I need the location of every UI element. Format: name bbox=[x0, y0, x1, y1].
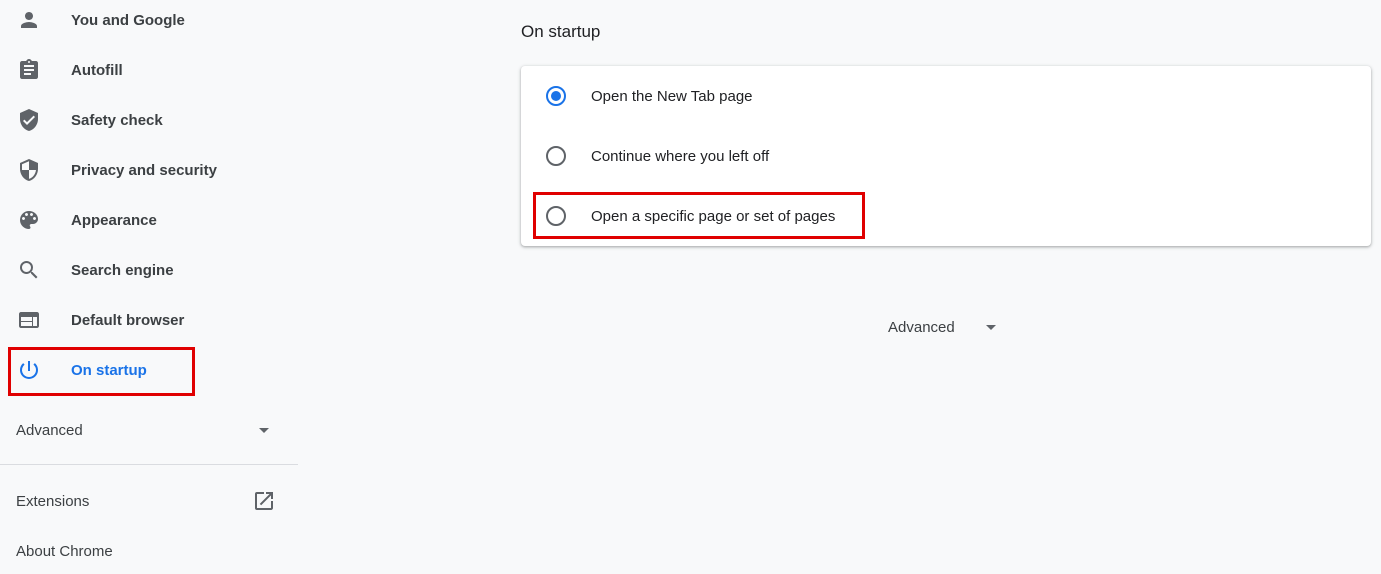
radio-label: Open the New Tab page bbox=[591, 87, 753, 105]
sidebar-item-label: Autofill bbox=[71, 61, 123, 79]
shield-half-icon bbox=[17, 158, 41, 182]
clipboard-icon bbox=[17, 58, 41, 82]
power-icon bbox=[17, 358, 41, 382]
startup-option-specific-pages[interactable]: Open a specific page or set of pages bbox=[521, 186, 1371, 246]
advanced-toggle[interactable]: Advanced bbox=[878, 312, 1003, 342]
palette-icon bbox=[17, 208, 41, 232]
radio-button[interactable] bbox=[546, 146, 566, 166]
sidebar-item-label: Search engine bbox=[71, 261, 174, 279]
sidebar-item-about-chrome[interactable]: About Chrome bbox=[16, 531, 286, 571]
advanced-label: Advanced bbox=[888, 318, 955, 336]
person-icon bbox=[17, 8, 41, 32]
section-title: On startup bbox=[521, 22, 601, 41]
startup-options-card: Open the New Tab page Continue where you… bbox=[521, 66, 1371, 246]
sidebar-item-label: Privacy and security bbox=[71, 161, 217, 179]
shield-check-icon bbox=[17, 108, 41, 132]
sidebar-item-appearance[interactable]: Appearance bbox=[0, 200, 298, 240]
sidebar-item-label: Appearance bbox=[71, 211, 157, 229]
settings-sidebar: You and Google Autofill Safety check Pri… bbox=[0, 0, 298, 574]
sidebar-item-label: Safety check bbox=[71, 111, 163, 129]
radio-label: Open a specific page or set of pages bbox=[591, 207, 836, 225]
caret-down-icon bbox=[252, 418, 276, 442]
startup-option-new-tab[interactable]: Open the New Tab page bbox=[521, 66, 1371, 126]
sidebar-item-privacy-and-security[interactable]: Privacy and security bbox=[0, 150, 298, 190]
settings-page: You and Google Autofill Safety check Pri… bbox=[0, 0, 1381, 574]
sidebar-item-default-browser[interactable]: Default browser bbox=[0, 300, 298, 340]
sidebar-advanced-toggle[interactable]: Advanced bbox=[16, 410, 286, 450]
radio-label: Continue where you left off bbox=[591, 147, 770, 165]
sidebar-divider bbox=[0, 464, 298, 465]
sidebar-item-autofill[interactable]: Autofill bbox=[0, 50, 298, 90]
sidebar-advanced-label: Advanced bbox=[16, 421, 83, 439]
sidebar-item-label: On startup bbox=[71, 361, 147, 379]
sidebar-extensions-label: Extensions bbox=[16, 492, 90, 510]
sidebar-item-label: You and Google bbox=[71, 11, 185, 29]
sidebar-item-you-and-google[interactable]: You and Google bbox=[0, 0, 298, 40]
startup-option-continue[interactable]: Continue where you left off bbox=[521, 126, 1371, 186]
radio-button[interactable] bbox=[546, 206, 566, 226]
sidebar-item-search-engine[interactable]: Search engine bbox=[0, 250, 298, 290]
search-icon bbox=[17, 258, 41, 282]
radio-button-checked[interactable] bbox=[546, 86, 566, 106]
caret-down-icon bbox=[985, 325, 996, 330]
sidebar-item-on-startup[interactable]: On startup bbox=[0, 350, 298, 390]
sidebar-about-label: About Chrome bbox=[16, 542, 113, 560]
open-in-new-icon bbox=[252, 489, 276, 513]
sidebar-item-extensions[interactable]: Extensions bbox=[16, 481, 286, 521]
sidebar-item-safety-check[interactable]: Safety check bbox=[0, 100, 298, 140]
sidebar-item-label: Default browser bbox=[71, 311, 185, 329]
browser-window-icon bbox=[17, 308, 41, 332]
